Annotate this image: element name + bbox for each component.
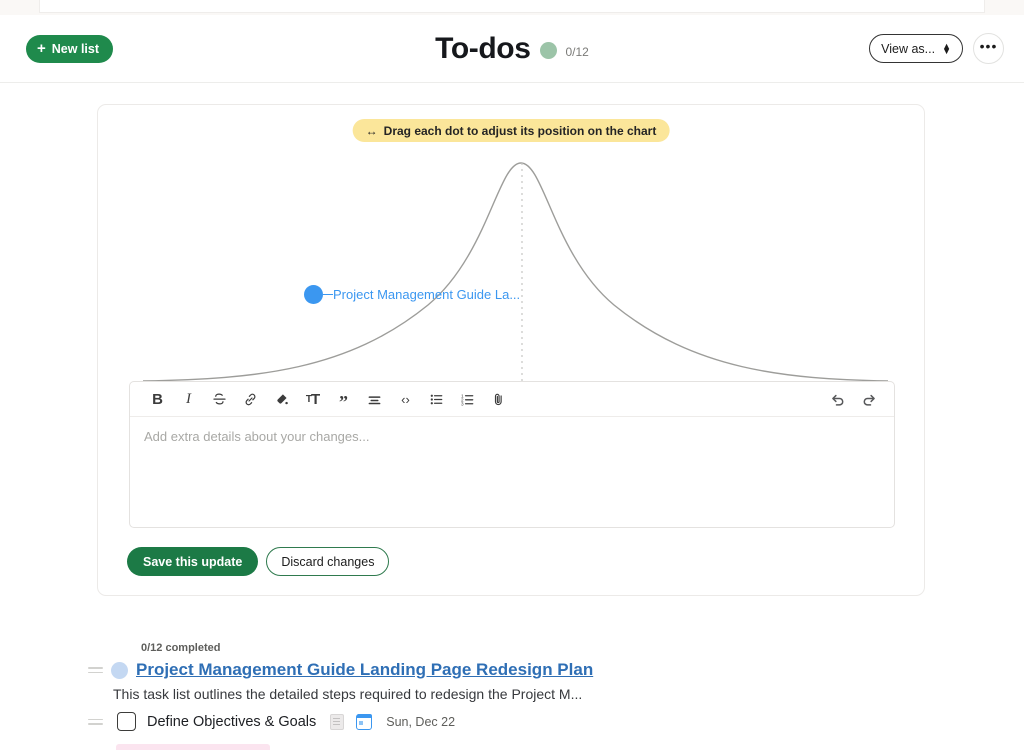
left-right-arrow-icon: ↔: [366, 125, 378, 137]
undo-icon[interactable]: [822, 385, 853, 413]
header-actions: View as... ▲▼ •••: [869, 33, 1004, 64]
bullet-list-glyph: [429, 392, 444, 407]
page-title: To-dos: [435, 32, 530, 66]
ellipsis-icon: •••: [980, 38, 998, 54]
todo-list-header-row: Project Management Guide Landing Page Re…: [88, 660, 593, 680]
quote-icon[interactable]: ”: [328, 385, 359, 413]
text-size-icon[interactable]: TT: [297, 385, 328, 413]
bold-icon[interactable]: B: [142, 385, 173, 413]
task-checkbox[interactable]: [117, 712, 136, 731]
task-name[interactable]: Define Objectives & Goals: [147, 714, 316, 730]
undo-glyph: [830, 391, 846, 407]
strikethrough-icon[interactable]: [204, 385, 235, 413]
chart-svg: [98, 145, 926, 395]
numbered-list-glyph: 1 2 3: [460, 392, 475, 407]
bell-curve-path: [143, 163, 888, 381]
status-dot-icon: [540, 42, 557, 59]
todo-count: 0/12: [566, 45, 589, 59]
editor-toolbar: B I: [130, 382, 894, 417]
align-icon[interactable]: [359, 385, 390, 413]
drag-handle-icon[interactable]: [88, 667, 103, 673]
clipped-top-panel: :: Landing Page Redesign: [0, 0, 1024, 15]
drag-handle-icon[interactable]: [88, 719, 103, 725]
highlight-fill-icon[interactable]: [266, 385, 297, 413]
editor-placeholder: Add extra details about your changes...: [144, 429, 369, 444]
redo-glyph: [861, 391, 877, 407]
strikethrough-glyph: [212, 392, 227, 407]
note-icon[interactable]: [330, 714, 344, 730]
link-icon[interactable]: [235, 385, 266, 413]
numbered-list-icon[interactable]: 1 2 3: [452, 385, 483, 413]
chart-editor-card: ↔ Drag each dot to adjust its position o…: [97, 104, 925, 596]
chevron-up-down-icon: ▲▼: [942, 44, 951, 54]
svg-text:3: 3: [461, 401, 464, 406]
attachment-icon[interactable]: [483, 385, 514, 413]
redo-icon[interactable]: [853, 385, 884, 413]
fill-glyph: [274, 392, 289, 407]
calendar-icon[interactable]: [356, 714, 372, 730]
drag-hint-text: Drag each dot to adjust its position on …: [384, 124, 657, 138]
task-row: Define Objectives & Goals Sun, Dec 22: [88, 712, 455, 731]
drag-hint-tooltip: ↔ Drag each dot to adjust its position o…: [353, 119, 670, 142]
details-editor: B I: [129, 381, 895, 528]
editor-textarea[interactable]: Add extra details about your changes...: [130, 417, 894, 457]
list-status-dot-icon[interactable]: [111, 662, 128, 679]
save-update-button[interactable]: Save this update: [127, 547, 258, 576]
link-glyph: [243, 392, 258, 407]
next-task-highlight-strip: [116, 744, 270, 750]
align-glyph: [367, 392, 382, 407]
more-options-button[interactable]: •••: [973, 33, 1004, 64]
page-header: + New list To-dos 0/12 View as... ▲▼ •••: [0, 15, 1024, 83]
italic-icon[interactable]: I: [173, 385, 204, 413]
todo-list-title-link[interactable]: Project Management Guide Landing Page Re…: [136, 660, 593, 680]
discard-changes-button[interactable]: Discard changes: [266, 547, 389, 576]
top-panel-card: :: Landing Page Redesign: [40, 0, 984, 12]
paperclip-glyph: [491, 392, 506, 407]
completed-count-label: 0/12 completed: [141, 642, 220, 654]
view-as-button[interactable]: View as... ▲▼: [869, 34, 963, 63]
editor-history-actions: [822, 385, 884, 413]
view-as-label: View as...: [881, 42, 935, 56]
app-root: :: Landing Page Redesign + New list To-d…: [0, 0, 1024, 750]
task-due-date[interactable]: Sun, Dec 22: [386, 715, 455, 729]
code-icon[interactable]: ‹›: [390, 385, 421, 413]
bullet-list-icon[interactable]: [421, 385, 452, 413]
card-actions: Save this update Discard changes: [127, 547, 389, 576]
todo-list-description: This task list outlines the detailed ste…: [113, 686, 582, 702]
